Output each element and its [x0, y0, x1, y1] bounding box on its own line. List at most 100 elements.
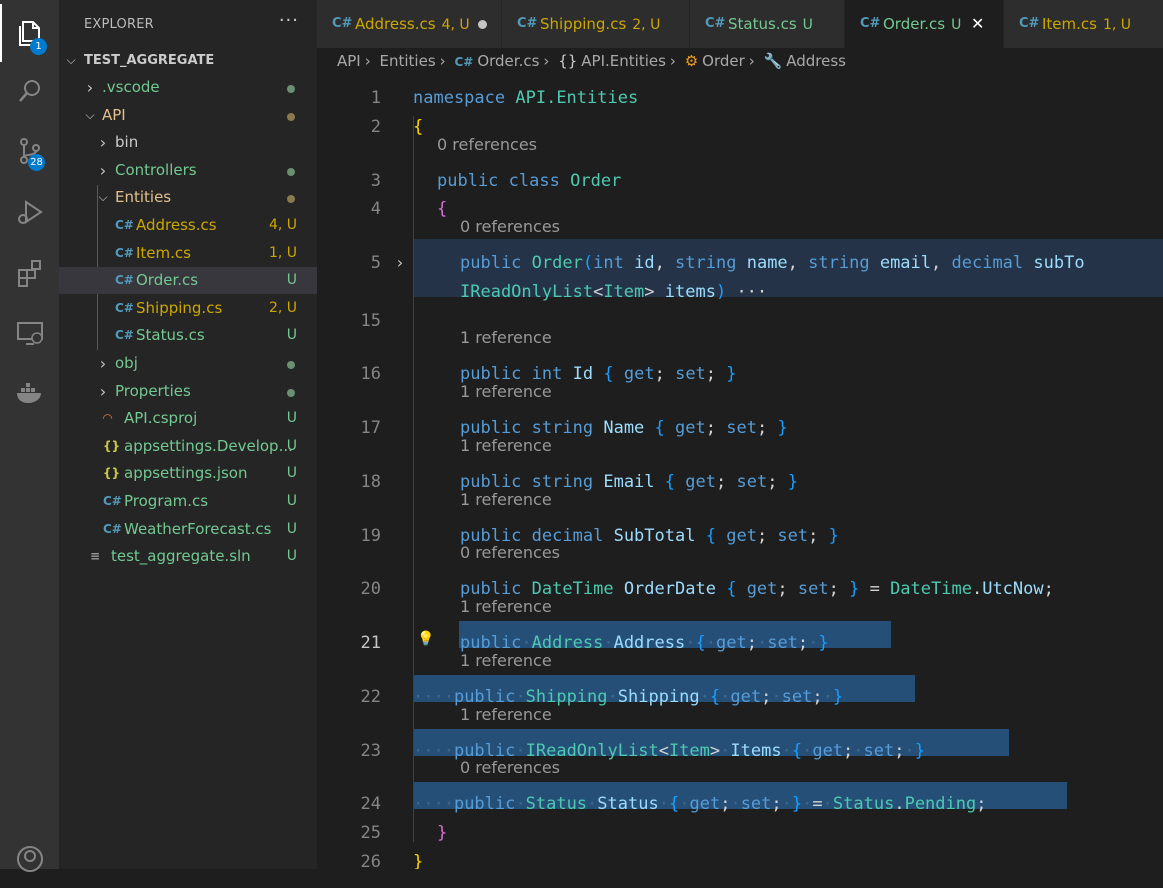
tree-item-status-cs[interactable]: C# Status.cs U: [59, 322, 317, 349]
tree-item-entities[interactable]: ⌵ Entities: [59, 184, 317, 211]
git-status: 4, U: [268, 217, 297, 233]
tree-item-controllers[interactable]: › Controllers: [59, 157, 317, 184]
tree-item-appsettings-develop[interactable]: {} appsettings.Develop... U: [59, 433, 317, 460]
tab-item-cs[interactable]: C# Item.cs 1, U: [1004, 0, 1163, 48]
code-line: public string Name { get; set; }: [460, 418, 788, 438]
codelens-references[interactable]: 1 reference: [460, 651, 552, 670]
tab-title: Status.cs U: [728, 0, 813, 48]
chevron-right-icon: ›: [99, 381, 107, 401]
tree-item-label: .vscode: [102, 78, 160, 96]
line-number: 26: [360, 852, 381, 869]
tree-item-item-cs[interactable]: C# Item.cs 1, U: [59, 240, 317, 267]
modified-dot: [287, 112, 295, 121]
tree-item-label: appsettings.json: [124, 464, 248, 483]
tree-item-label: Controllers: [115, 160, 197, 179]
codelens-references[interactable]: 1 reference: [460, 490, 552, 509]
codelens-references[interactable]: 1 reference: [460, 705, 552, 724]
breadcrumb-entities[interactable]: Entities: [380, 52, 436, 70]
csharp-file-icon: C#: [115, 218, 134, 232]
codelens-references[interactable]: 0 references: [460, 217, 560, 236]
breadcrumb-api[interactable]: API: [337, 52, 361, 70]
csharp-file-icon: C#: [115, 300, 134, 315]
tab-shipping-cs[interactable]: C# Shipping.cs 2, U: [502, 0, 690, 48]
git-status: U: [286, 465, 297, 482]
tree-item-address-cs[interactable]: C# Address.cs 4, U: [59, 212, 317, 239]
line-number: 21: [360, 633, 381, 653]
codelens-references[interactable]: 0 references: [460, 758, 560, 777]
docker-icon[interactable]: [0, 364, 59, 422]
chevron-right-icon: ›: [99, 160, 107, 180]
tree-item-order-cs[interactable]: C# Order.cs U: [59, 267, 317, 295]
tree-item-shipping-cs[interactable]: C# Shipping.cs 2, U: [59, 295, 317, 322]
line-number: 22: [360, 687, 381, 707]
lightbulb-icon[interactable]: 💡: [417, 631, 434, 647]
tab-label: Item.cs: [1042, 15, 1097, 33]
chevron-right-icon: ›: [99, 133, 107, 153]
tab-title: Shipping.cs 2, U: [540, 0, 660, 48]
tree-item-label: appsettings.Develop...: [124, 436, 293, 455]
extensions-icon[interactable]: [0, 244, 59, 302]
breadcrumb-property[interactable]: Address: [786, 52, 846, 70]
source-control-icon[interactable]: 28: [0, 122, 59, 180]
tree-item-label: Address.cs: [136, 216, 217, 234]
codelens-references[interactable]: 1 reference: [460, 382, 552, 401]
scm-badge: 28: [28, 154, 45, 171]
modified-dot: [287, 85, 295, 93]
git-status: U: [286, 520, 297, 537]
tab-address-cs[interactable]: C# Address.cs 4, U: [317, 0, 502, 48]
codelens-references[interactable]: 1 reference: [460, 436, 552, 455]
remote-explorer-icon[interactable]: [0, 304, 59, 362]
git-status: 2, U: [268, 299, 297, 316]
tab-status: 4, U: [441, 17, 470, 33]
breadcrumb-file[interactable]: Order.cs: [477, 52, 539, 70]
explorer-sidebar: EXPLORER ··· ⌵ TEST_AGGREGATE › .vscode ⌵ A…: [59, 0, 317, 869]
tab-status: 1, U: [1102, 17, 1132, 33]
tree-item-bin[interactable]: › bin: [59, 129, 317, 156]
code-editor[interactable]: 1 namespace API.Entities 2 {0 references 3 pu…: [317, 72, 1163, 869]
modified-dot: [287, 167, 295, 176]
tree-item-vscode[interactable]: › .vscode: [59, 74, 317, 101]
line-number: 17: [360, 418, 381, 438]
activity-bar: 1 28: [0, 0, 59, 872]
tab-status-cs[interactable]: C# Status.cs U: [690, 0, 845, 48]
code-line: public DateTime OrderDate { get; set; } …: [460, 579, 1054, 599]
more-actions-button[interactable]: ···: [279, 10, 299, 31]
codelens-references[interactable]: 0 references: [460, 543, 560, 562]
csharp-file-icon: C#: [103, 494, 122, 508]
tree-item-label: Program.cs: [124, 492, 209, 510]
codelens-references[interactable]: 0 references: [437, 135, 537, 154]
tree-item-properties[interactable]: › Properties: [59, 378, 317, 405]
tree-item-label: Shipping.cs: [136, 298, 223, 317]
line-number: 25: [360, 823, 381, 843]
tree-item-program-cs[interactable]: C# Program.cs U: [59, 488, 317, 515]
tree-item-weatherforecast-cs[interactable]: C# WeatherForecast.cs U: [59, 516, 317, 543]
tree-item-api-csproj[interactable]: ◠ API.csproj U: [59, 405, 317, 432]
tree-item-label: obj: [115, 354, 138, 372]
csharp-file-icon: C#: [517, 16, 538, 31]
code-line: public int Id { get; set; }: [460, 364, 737, 384]
codelens-references[interactable]: 1 reference: [460, 328, 552, 347]
close-icon[interactable]: ✕: [971, 0, 984, 48]
indent-guide: [413, 116, 414, 842]
tree-item-test-aggregate-sln[interactable]: ≡ test_aggregate.sln U: [59, 543, 317, 570]
fold-chevron-icon[interactable]: ›: [395, 253, 405, 272]
tree-item-obj[interactable]: › obj: [59, 350, 317, 377]
tab-order-cs[interactable]: C# Order.cs U ✕: [845, 0, 1004, 48]
tab-title: Address.cs 4, U: [355, 0, 470, 48]
run-debug-icon[interactable]: [0, 183, 59, 241]
modified-dot: [287, 361, 295, 369]
codelens-references[interactable]: 1 reference: [460, 597, 552, 616]
tree-item-label: Order.cs: [136, 271, 199, 290]
account-icon[interactable]: [0, 830, 59, 888]
tree-root[interactable]: ⌵ TEST_AGGREGATE: [59, 47, 317, 74]
class-icon: ⚙: [684, 52, 699, 70]
tree-item-appsettings-json[interactable]: {} appsettings.json U: [59, 460, 317, 487]
breadcrumb-namespace[interactable]: API.Entities: [581, 52, 666, 70]
explorer-icon[interactable]: 1: [0, 4, 59, 62]
tab-label: Address.cs: [355, 15, 436, 33]
search-icon[interactable]: [0, 62, 59, 120]
breadcrumb-class[interactable]: Order: [702, 52, 745, 70]
code-line: public Order(int id, string name, string…: [460, 253, 1085, 273]
breadcrumb: API › Entities › C# Order.cs › {} API.Entitie…: [337, 52, 846, 70]
tree-item-api[interactable]: ⌵ API: [59, 102, 317, 129]
